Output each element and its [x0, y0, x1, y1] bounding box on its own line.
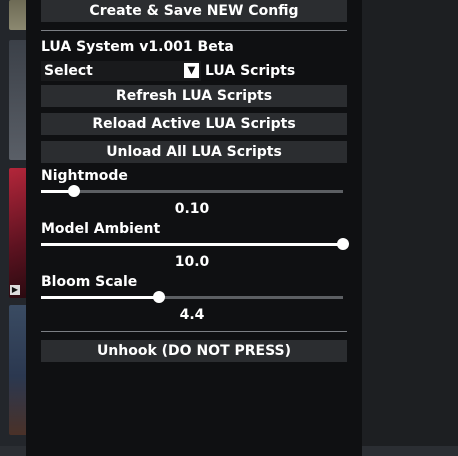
refresh-lua-scripts-button[interactable]: Refresh LUA Scripts	[41, 85, 347, 107]
nightmode-label: Nightmode	[41, 168, 128, 184]
lua-system-title: LUA System v1.001 Beta	[41, 39, 234, 55]
create-save-config-button[interactable]: Create & Save NEW Config	[41, 0, 347, 22]
reload-active-lua-scripts-button[interactable]: Reload Active LUA Scripts	[41, 113, 347, 135]
separator	[41, 331, 347, 332]
background-thumbnail	[9, 168, 26, 298]
model-ambient-slider[interactable]	[41, 238, 349, 250]
unload-all-lua-scripts-button[interactable]: Unload All LUA Scripts	[41, 141, 347, 163]
slider-handle[interactable]	[68, 185, 81, 197]
background-badge-icon: ▶	[10, 285, 20, 295]
bloom-scale-value: 4.4	[179, 307, 205, 323]
model-ambient-value: 10.0	[174, 254, 210, 270]
slider-handle[interactable]	[152, 291, 165, 303]
background-thumbnail	[9, 305, 26, 435]
background-thumbnail	[9, 0, 26, 30]
bloom-scale-slider[interactable]	[41, 291, 343, 303]
lua-script-select-label: LUA Scripts	[205, 63, 296, 79]
slider-fill	[41, 243, 343, 246]
lua-menu-panel: Create & Save NEW Config LUA System v1.0…	[26, 0, 362, 456]
nightmode-slider[interactable]	[41, 185, 343, 197]
bloom-scale-label: Bloom Scale	[41, 274, 138, 290]
slider-handle[interactable]	[337, 238, 349, 250]
background-sidebar: ▶	[0, 0, 26, 456]
lua-script-select[interactable]: Select	[41, 61, 201, 81]
chevron-down-icon[interactable]: ▼	[184, 63, 199, 78]
background-thumbnail	[9, 40, 26, 160]
separator	[41, 30, 347, 31]
lua-script-select-value: Select	[44, 63, 93, 79]
nightmode-value: 0.10	[174, 201, 210, 217]
background-panel	[362, 0, 458, 456]
slider-fill	[41, 296, 159, 299]
unhook-button[interactable]: Unhook (DO NOT PRESS)	[41, 340, 347, 362]
model-ambient-label: Model Ambient	[41, 221, 161, 237]
